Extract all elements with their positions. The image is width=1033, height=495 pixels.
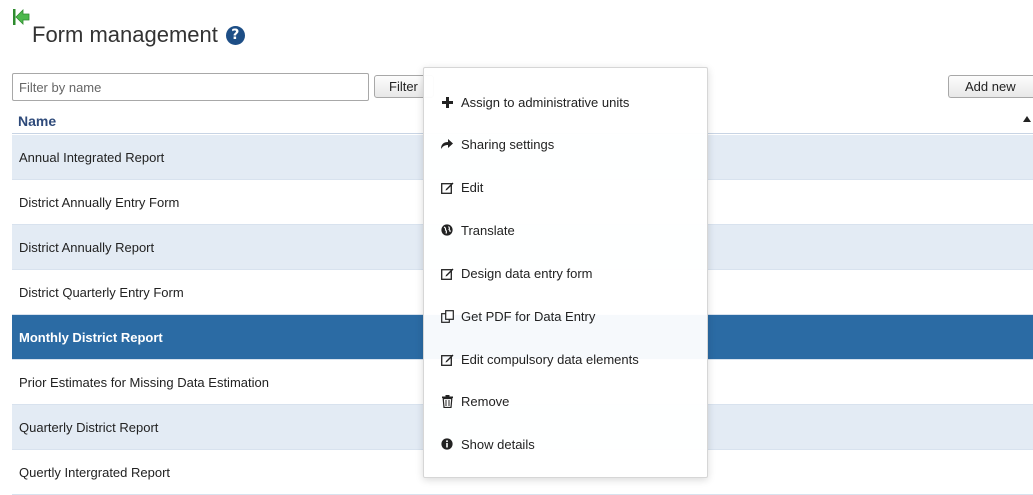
help-icon[interactable]: ? (225, 25, 245, 45)
menu-item-design-form[interactable]: Design data entry form (440, 263, 593, 283)
column-header-label: Name (18, 113, 57, 129)
plus-icon (440, 95, 454, 109)
menu-item-sharing[interactable]: Sharing settings (440, 134, 554, 154)
menu-item-remove[interactable]: Remove (440, 391, 509, 411)
edit-icon (440, 266, 454, 280)
share-icon (440, 137, 454, 151)
menu-item-label: Remove (461, 393, 510, 409)
menu-item-get-pdf[interactable]: Get PDF for Data Entry (440, 306, 595, 326)
menu-item-show-details[interactable]: Show details (440, 434, 535, 454)
menu-item-label: Translate (461, 222, 515, 238)
copy-icon (440, 309, 454, 323)
sort-ascending-icon[interactable] (1023, 116, 1031, 122)
menu-item-label: Get PDF for Data Entry (461, 308, 596, 324)
menu-item-label: Show details (461, 436, 535, 452)
edit-icon (440, 180, 454, 194)
trash-icon (440, 394, 454, 408)
page-title-text: Form management (32, 22, 218, 47)
menu-item-label: Design data entry form (461, 265, 593, 281)
globe-icon (440, 223, 454, 237)
page-title: Form management ? (32, 22, 245, 48)
menu-item-assign[interactable]: Assign to administrative units (440, 92, 629, 112)
menu-item-label: Edit compulsory data elements (461, 351, 639, 367)
menu-item-label: Assign to administrative units (461, 94, 630, 110)
menu-item-edit-compulsory[interactable]: Edit compulsory data elements (440, 349, 639, 369)
menu-item-label: Sharing settings (461, 136, 555, 152)
edit-icon (440, 352, 454, 366)
menu-item-translate[interactable]: Translate (440, 220, 515, 240)
menu-item-label: Edit (461, 179, 484, 195)
back-arrow-icon[interactable] (12, 8, 30, 26)
menu-item-edit[interactable]: Edit (440, 177, 483, 197)
context-menu: Assign to administrative units Sharing s… (423, 67, 708, 478)
add-new-button[interactable]: Add new (948, 75, 1033, 98)
info-icon (440, 437, 454, 451)
filter-input[interactable] (12, 73, 369, 101)
